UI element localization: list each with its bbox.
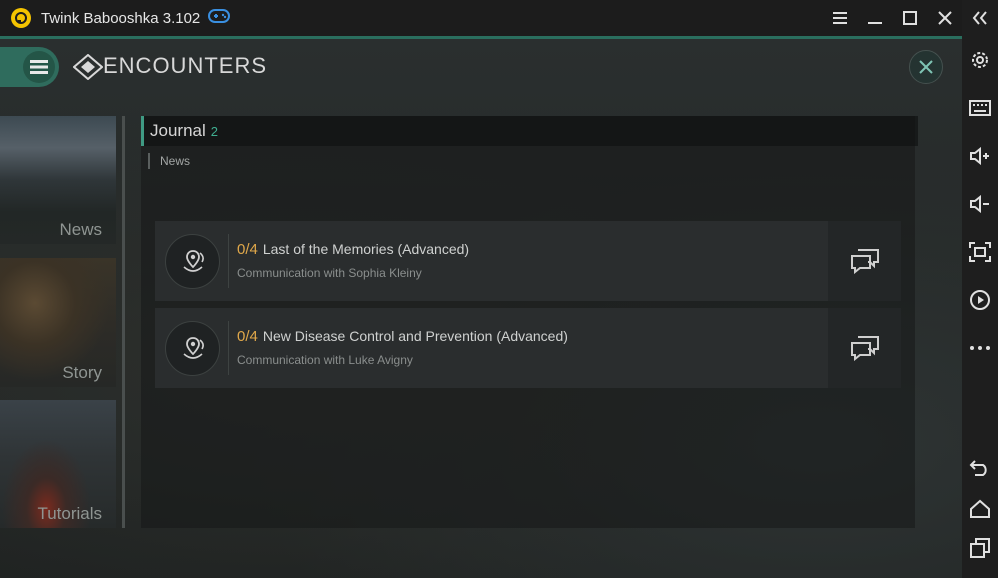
entry-title: 0/4 New Disease Control and Prevention (A… (237, 328, 568, 345)
volume-down-icon[interactable] (962, 186, 998, 222)
tab-story-label: Story (62, 363, 102, 382)
gamepad-icon[interactable] (208, 8, 231, 28)
collapse-icon[interactable] (962, 0, 998, 36)
close-panel-button[interactable] (909, 50, 943, 84)
window-title: Twink Babooshka 3.102 (41, 9, 201, 27)
page-title: ENCOUNTERS (103, 53, 268, 78)
entry-progress: 0/4 (237, 241, 258, 258)
entry-title-text: Last of the Memories (Advanced) (262, 241, 470, 257)
back-icon[interactable] (962, 450, 998, 486)
chat-button[interactable] (828, 221, 901, 301)
minimize-icon[interactable] (857, 0, 892, 36)
tab-news[interactable]: News (0, 116, 116, 244)
close-icon[interactable] (927, 0, 962, 36)
journal-title-text: Journal (150, 121, 206, 140)
journal-title: Journal 2 (150, 121, 218, 141)
more-icon[interactable] (962, 330, 998, 366)
entry-progress: 0/4 (237, 328, 258, 345)
title-bar: Twink Babooshka 3.102 (0, 0, 962, 36)
journal-header: Journal 2 (141, 116, 918, 146)
menu-icon[interactable] (822, 0, 857, 36)
journal-panel: Journal 2 News 0/4 Last of the Memories (A… (141, 116, 918, 528)
section-label-news: News (148, 153, 190, 169)
tab-news-label: News (59, 220, 102, 239)
location-pin-icon (165, 234, 220, 289)
game-viewport: ENCOUNTERS News Story Tutorials Journal 2… (0, 39, 962, 578)
menu-icon (23, 51, 55, 83)
entry-subtitle: Communication with Luke Avigny (237, 353, 413, 367)
tab-story[interactable]: Story (0, 258, 116, 387)
chat-button[interactable] (828, 308, 901, 388)
tab-tutorials[interactable]: Tutorials (0, 400, 116, 528)
emulator-sidebar (962, 0, 998, 578)
entry-title-text: New Disease Control and Prevention (Adva… (262, 328, 568, 344)
entry-subtitle: Communication with Sophia Kleiny (237, 266, 422, 280)
tab-tutorials-label: Tutorials (37, 504, 102, 523)
entry-title: 0/4 Last of the Memories (Advanced) (237, 241, 469, 258)
hamburger-button[interactable] (0, 47, 59, 87)
location-pin-icon (165, 321, 220, 376)
tab-divider (122, 116, 125, 528)
chat-icon (850, 336, 879, 361)
window-controls (822, 0, 962, 36)
keyboard-icon[interactable] (962, 90, 998, 126)
journal-count: 2 (210, 124, 218, 139)
encounters-logo-icon (72, 53, 104, 84)
volume-up-icon[interactable] (962, 138, 998, 174)
chat-icon (850, 249, 879, 274)
settings-icon[interactable] (962, 42, 998, 78)
home-icon[interactable] (962, 491, 998, 527)
entry-separator (228, 321, 229, 375)
screenshot-icon[interactable] (962, 234, 998, 270)
journal-entry[interactable]: 0/4 Last of the Memories (Advanced) Commu… (155, 221, 901, 301)
record-icon[interactable] (962, 282, 998, 318)
recents-icon[interactable] (962, 530, 998, 566)
journal-entry[interactable]: 0/4 New Disease Control and Prevention (A… (155, 308, 901, 388)
maximize-icon[interactable] (892, 0, 927, 36)
app-logo-icon (11, 8, 31, 28)
entry-separator (228, 234, 229, 288)
